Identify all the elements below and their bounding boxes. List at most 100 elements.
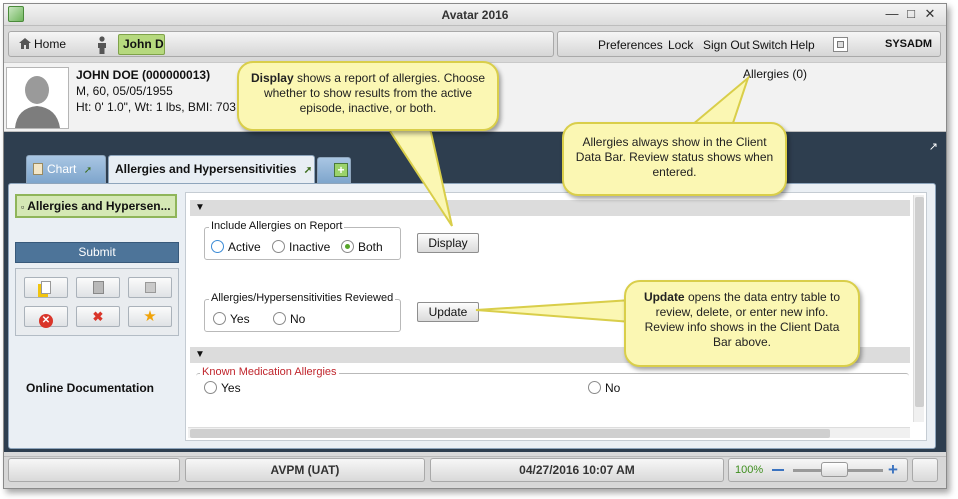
- update-callout-bold: Update: [643, 290, 685, 304]
- zoom-slider-thumb[interactable]: [821, 462, 848, 477]
- section-collapse-toggle[interactable]: ▼: [190, 200, 910, 216]
- radio-indicator: [213, 312, 226, 325]
- vertical-scroll-thumb[interactable]: [915, 197, 924, 407]
- display-callout-text: shows a report of allergies. Choose whet…: [263, 71, 486, 115]
- client-name: JOHN DOE (000000013): [76, 68, 211, 82]
- client-demographics: M, 60, 05/05/1955: [76, 84, 173, 98]
- bullet-icon: ▫: [21, 202, 25, 212]
- submit-button[interactable]: Submit: [15, 242, 179, 263]
- chart-icon: [33, 163, 43, 175]
- help-link[interactable]: Help: [790, 38, 815, 52]
- status-bar: AVPM (UAT) 04/27/2016 10:07 AM 100% +: [4, 456, 946, 486]
- remove-user-icon: ✖: [92, 309, 104, 324]
- note-icon: [144, 282, 156, 293]
- section-allergies-label: Allergies and Hypersen...: [27, 199, 171, 213]
- include-active-radio[interactable]: Active: [211, 240, 261, 254]
- known-no-label: No: [605, 381, 621, 395]
- star-icon: ★: [143, 308, 157, 325]
- home-label: Home: [34, 37, 67, 51]
- include-both-radio[interactable]: Both: [341, 240, 383, 254]
- favorite-button[interactable]: ★: [128, 306, 172, 327]
- left-panel: ▫ Allergies and Hypersen... Submit ✕ ✖ ★ …: [15, 191, 181, 441]
- tab-chart-label: Chart: [47, 162, 77, 176]
- allergies-count[interactable]: Allergies (0): [743, 67, 807, 81]
- include-allergies-legend: Include Allergies on Report: [209, 220, 345, 232]
- status-cell-end: [912, 458, 938, 482]
- reviewed-no-radio[interactable]: No: [273, 312, 305, 326]
- databar-callout: Allergies always show in the Client Data…: [562, 122, 787, 196]
- user-name: SYSADM: [885, 38, 933, 50]
- zoom-out-icon[interactable]: [772, 469, 784, 471]
- radio-indicator: [588, 381, 601, 394]
- reviewed-yes-radio[interactable]: Yes: [213, 312, 250, 326]
- known-yes-radio[interactable]: Yes: [204, 381, 241, 395]
- preferences-link[interactable]: Preferences: [598, 38, 663, 52]
- new-document-icon: [41, 281, 51, 294]
- minimize-button[interactable]: —: [884, 6, 900, 22]
- tab-allergies-label: Allergies and Hypersensitivities: [115, 162, 297, 176]
- include-active-label: Active: [228, 240, 261, 254]
- pin-icon: ➚: [83, 165, 93, 176]
- current-client-button[interactable]: John D: [118, 34, 165, 55]
- known-no-radio[interactable]: No: [588, 381, 620, 395]
- expand-icon[interactable]: ↗: [929, 140, 938, 153]
- display-callout: Display shows a report of allergies. Cho…: [237, 61, 499, 131]
- databar-callout-text: Allergies always show in the Client Data…: [575, 135, 774, 179]
- switch-link[interactable]: Switch: [752, 38, 787, 52]
- remove-user-button[interactable]: ✖: [76, 306, 120, 327]
- reviewed-legend: Allergies/Hypersensitivities Reviewed: [209, 292, 396, 304]
- tab-chart[interactable]: Chart ➚: [26, 155, 106, 183]
- navigation-bar: Home John D Preferences Lock Sign Out Sw…: [4, 30, 946, 62]
- include-inactive-radio[interactable]: Inactive: [272, 240, 330, 254]
- radio-indicator: [272, 240, 285, 253]
- display-button[interactable]: Display: [417, 233, 479, 253]
- section-allergies-button[interactable]: ▫ Allergies and Hypersen...: [15, 194, 177, 218]
- system-name: AVPM (UAT): [185, 458, 425, 482]
- person-icon[interactable]: [95, 36, 109, 54]
- add-tab-button[interactable]: +: [317, 157, 351, 183]
- lock-link[interactable]: Lock: [668, 38, 693, 52]
- reviewed-group: Allergies/Hypersensitivities Reviewed Ye…: [204, 292, 401, 332]
- radio-indicator: [211, 240, 224, 253]
- known-allergies-legend: Known Medication Allergies: [200, 366, 339, 378]
- known-allergies-group: Known Medication Allergies Yes No: [196, 366, 909, 399]
- new-document-button[interactable]: [24, 277, 68, 298]
- maximize-button[interactable]: □: [903, 6, 919, 22]
- avatar-silhouette-icon: [15, 76, 60, 128]
- delete-icon: ✕: [39, 314, 53, 328]
- radio-indicator: [273, 312, 286, 325]
- update-button[interactable]: Update: [417, 302, 479, 322]
- include-allergies-group: Include Allergies on Report Active Inact…: [204, 220, 401, 260]
- delete-button[interactable]: ✕: [24, 306, 68, 328]
- home-button[interactable]: Home: [13, 35, 72, 54]
- horizontal-scroll-thumb[interactable]: [190, 429, 830, 438]
- horizontal-scrollbar[interactable]: [188, 427, 910, 438]
- pin-icon: ➚: [303, 165, 313, 176]
- reviewed-yes-label: Yes: [230, 312, 250, 326]
- update-callout: Update opens the data entry table to rev…: [624, 280, 860, 367]
- radio-indicator: [341, 240, 354, 253]
- title-bar: Avatar 2016 — □ ✕: [4, 4, 946, 26]
- toolbar-grid: ✕ ✖ ★: [15, 268, 179, 336]
- close-button[interactable]: ✕: [922, 6, 938, 22]
- layout-grid-icon[interactable]: [833, 37, 848, 52]
- note-button[interactable]: [128, 277, 172, 298]
- window-title: Avatar 2016: [441, 8, 509, 22]
- nav-right-group: Preferences Lock Sign Out Switch Help SY…: [557, 31, 941, 57]
- avatar: [6, 67, 69, 129]
- nav-left-group: Home John D: [8, 31, 554, 57]
- reviewed-no-label: No: [290, 312, 306, 326]
- include-both-label: Both: [358, 240, 383, 254]
- home-icon: [19, 38, 31, 49]
- add-icon: +: [334, 163, 348, 177]
- tab-allergies[interactable]: Allergies and Hypersensitivities ➚: [108, 155, 315, 184]
- known-yes-label: Yes: [221, 381, 241, 395]
- zoom-in-icon[interactable]: +: [888, 461, 898, 478]
- status-cell-empty: [8, 458, 180, 482]
- status-datetime: 04/27/2016 10:07 AM: [430, 458, 724, 482]
- edit-document-button[interactable]: [76, 277, 120, 298]
- display-callout-bold: Display: [250, 71, 294, 85]
- vertical-scrollbar[interactable]: [913, 195, 924, 422]
- online-documentation-link[interactable]: Online Documentation: [26, 381, 154, 395]
- sign-out-link[interactable]: Sign Out: [703, 38, 750, 52]
